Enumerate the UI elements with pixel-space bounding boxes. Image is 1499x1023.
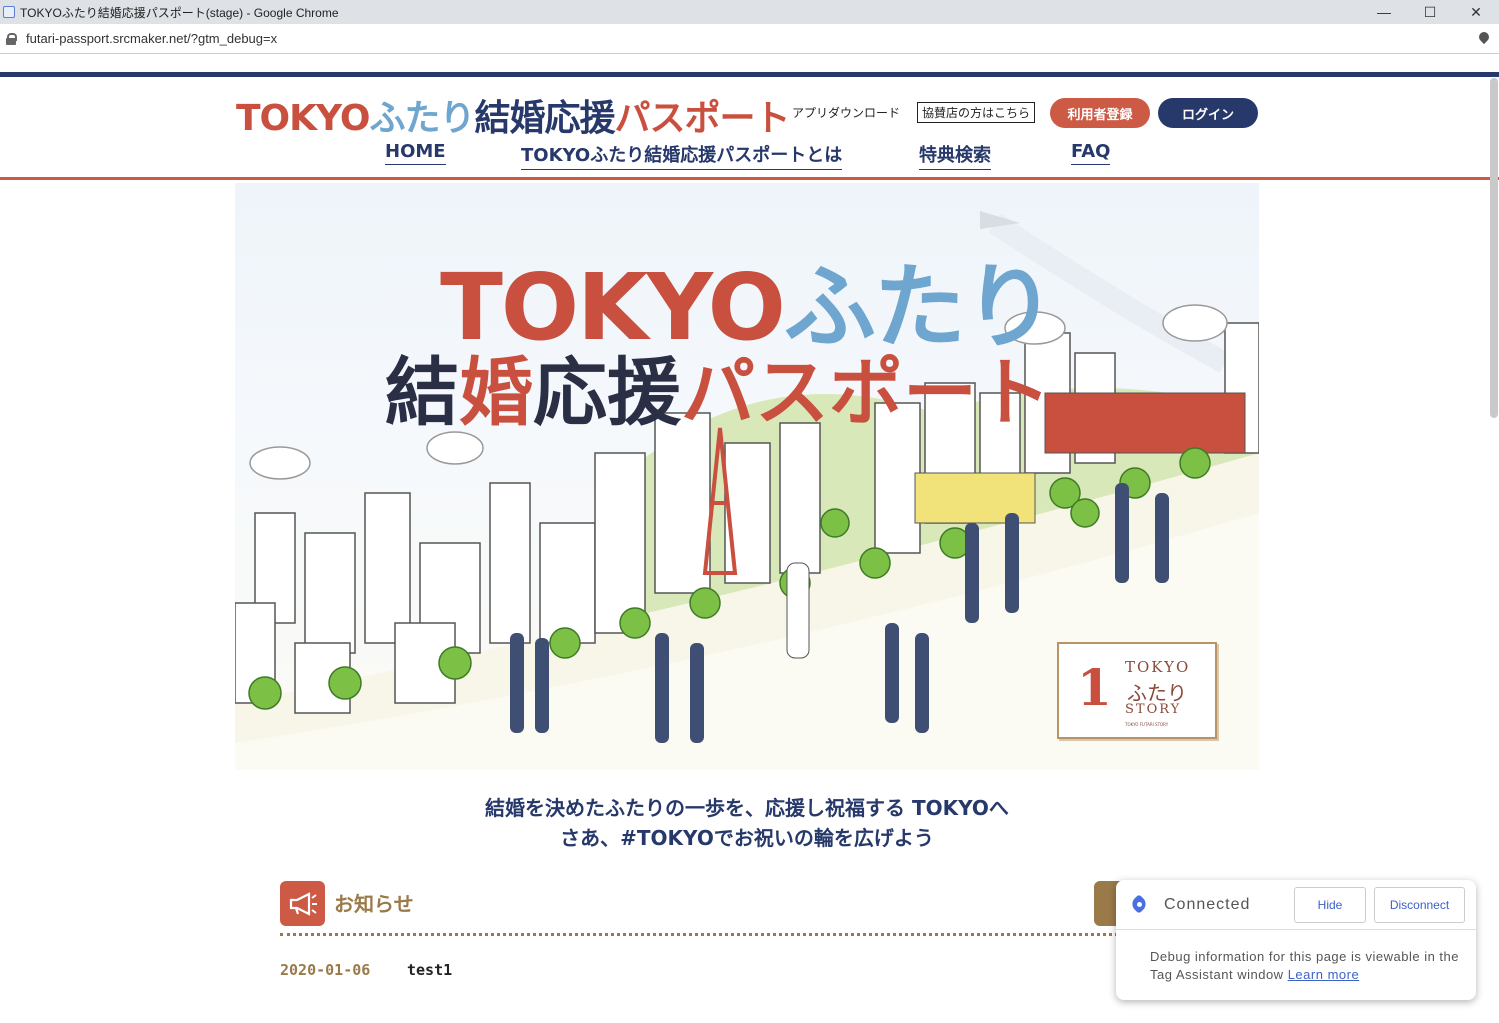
badge-number: 1: [1077, 658, 1112, 717]
news-item-date: 2020-01-06: [280, 961, 371, 979]
url-text[interactable]: futari-passport.srcmaker.net/?gtm_debug=…: [26, 31, 1479, 46]
tag-assistant-message: Debug information for this page is viewa…: [1116, 930, 1476, 984]
lock-icon[interactable]: [6, 32, 17, 45]
tag-assistant-header: Connected Hide Disconnect: [1116, 880, 1476, 930]
logo-passport-text: パスポート: [614, 98, 790, 139]
location-pin-icon[interactable]: [1479, 32, 1489, 46]
hide-button[interactable]: Hide: [1294, 886, 1366, 923]
hero-title-kon: 婚: [459, 350, 533, 436]
close-button[interactable]: ✕: [1453, 0, 1499, 24]
tagline-line2: さあ、#TOKYOでお祝いの輪を広げよう: [560, 826, 934, 850]
register-button[interactable]: 利用者登録: [1050, 98, 1150, 128]
minimize-button[interactable]: —: [1361, 0, 1407, 24]
nav-home[interactable]: HOME: [385, 141, 446, 165]
hero-title-ke: 結: [385, 350, 459, 436]
site-header: TOKYOふたり結婚応援パスポート アプリダウンロード 協賛店の方はこちら 利用…: [0, 77, 1499, 180]
tab-favicon-icon: [3, 6, 15, 18]
news-heading: お知らせ: [334, 892, 414, 916]
browser-titlebar: TOKYOふたり結婚応援パスポート(stage) - Google Chrome…: [0, 0, 1499, 24]
tag-assistant-icon: [1130, 895, 1150, 915]
nav-faq[interactable]: FAQ: [1071, 141, 1111, 165]
logo-futari-text: ふたり: [369, 98, 475, 139]
window-title: TOKYOふたり結婚応援パスポート(stage) - Google Chrome: [20, 5, 339, 20]
shop-partner-link[interactable]: 協賛店の方はこちら: [917, 102, 1036, 123]
login-button[interactable]: ログイン: [1158, 98, 1258, 128]
badge-tokyo: TOKYO: [1125, 658, 1191, 676]
logo-tokyo-text: TOKYO: [236, 98, 370, 139]
hero-title-line2: 結婚応援パスポート: [385, 333, 1051, 440]
tag-assistant-popup: Connected Hide Disconnect Debug informat…: [1116, 880, 1476, 1000]
logo-kekkon-text: 結婚応援: [474, 98, 615, 139]
learn-more-link[interactable]: Learn more: [1288, 967, 1359, 982]
badge-story: STORY: [1125, 702, 1182, 717]
hero-banner[interactable]: TOKYOふたり 結婚応援パスポート 1 TOKYO ふたり STORY TOK…: [235, 183, 1259, 770]
hero-title-ouen: 応援: [533, 350, 681, 436]
page-scrollbar[interactable]: [1490, 78, 1498, 418]
tokyo-futari-story-badge: 1 TOKYO ふたり STORY TOKYO FUTARI STORY: [1057, 642, 1217, 739]
megaphone-icon: [280, 881, 325, 926]
hero-title-passport: パスポート: [681, 350, 1051, 436]
address-bar[interactable]: futari-passport.srcmaker.net/?gtm_debug=…: [0, 24, 1499, 54]
app-download-link[interactable]: アプリダウンロード: [792, 104, 900, 121]
connection-status: Connected: [1164, 895, 1251, 913]
site-logo[interactable]: TOKYOふたり結婚応援パスポート: [236, 89, 791, 141]
nav-search[interactable]: 特典検索: [919, 141, 991, 170]
news-divider: [280, 933, 1160, 936]
news-item-link[interactable]: test1: [407, 961, 452, 979]
nav-about[interactable]: TOKYOふたり結婚応援パスポートとは: [521, 141, 843, 170]
tagline: 結婚を決めたふたりの一歩を、応援し祝福する TOKYOへ さあ、#TOKYOでお…: [0, 793, 1494, 853]
badge-small-text: TOKYO FUTARI STORY: [1125, 722, 1169, 727]
tagline-line1: 結婚を決めたふたりの一歩を、応援し祝福する TOKYOへ: [485, 796, 1009, 820]
maximize-button[interactable]: ☐: [1407, 0, 1453, 24]
disconnect-button[interactable]: Disconnect: [1374, 886, 1465, 923]
